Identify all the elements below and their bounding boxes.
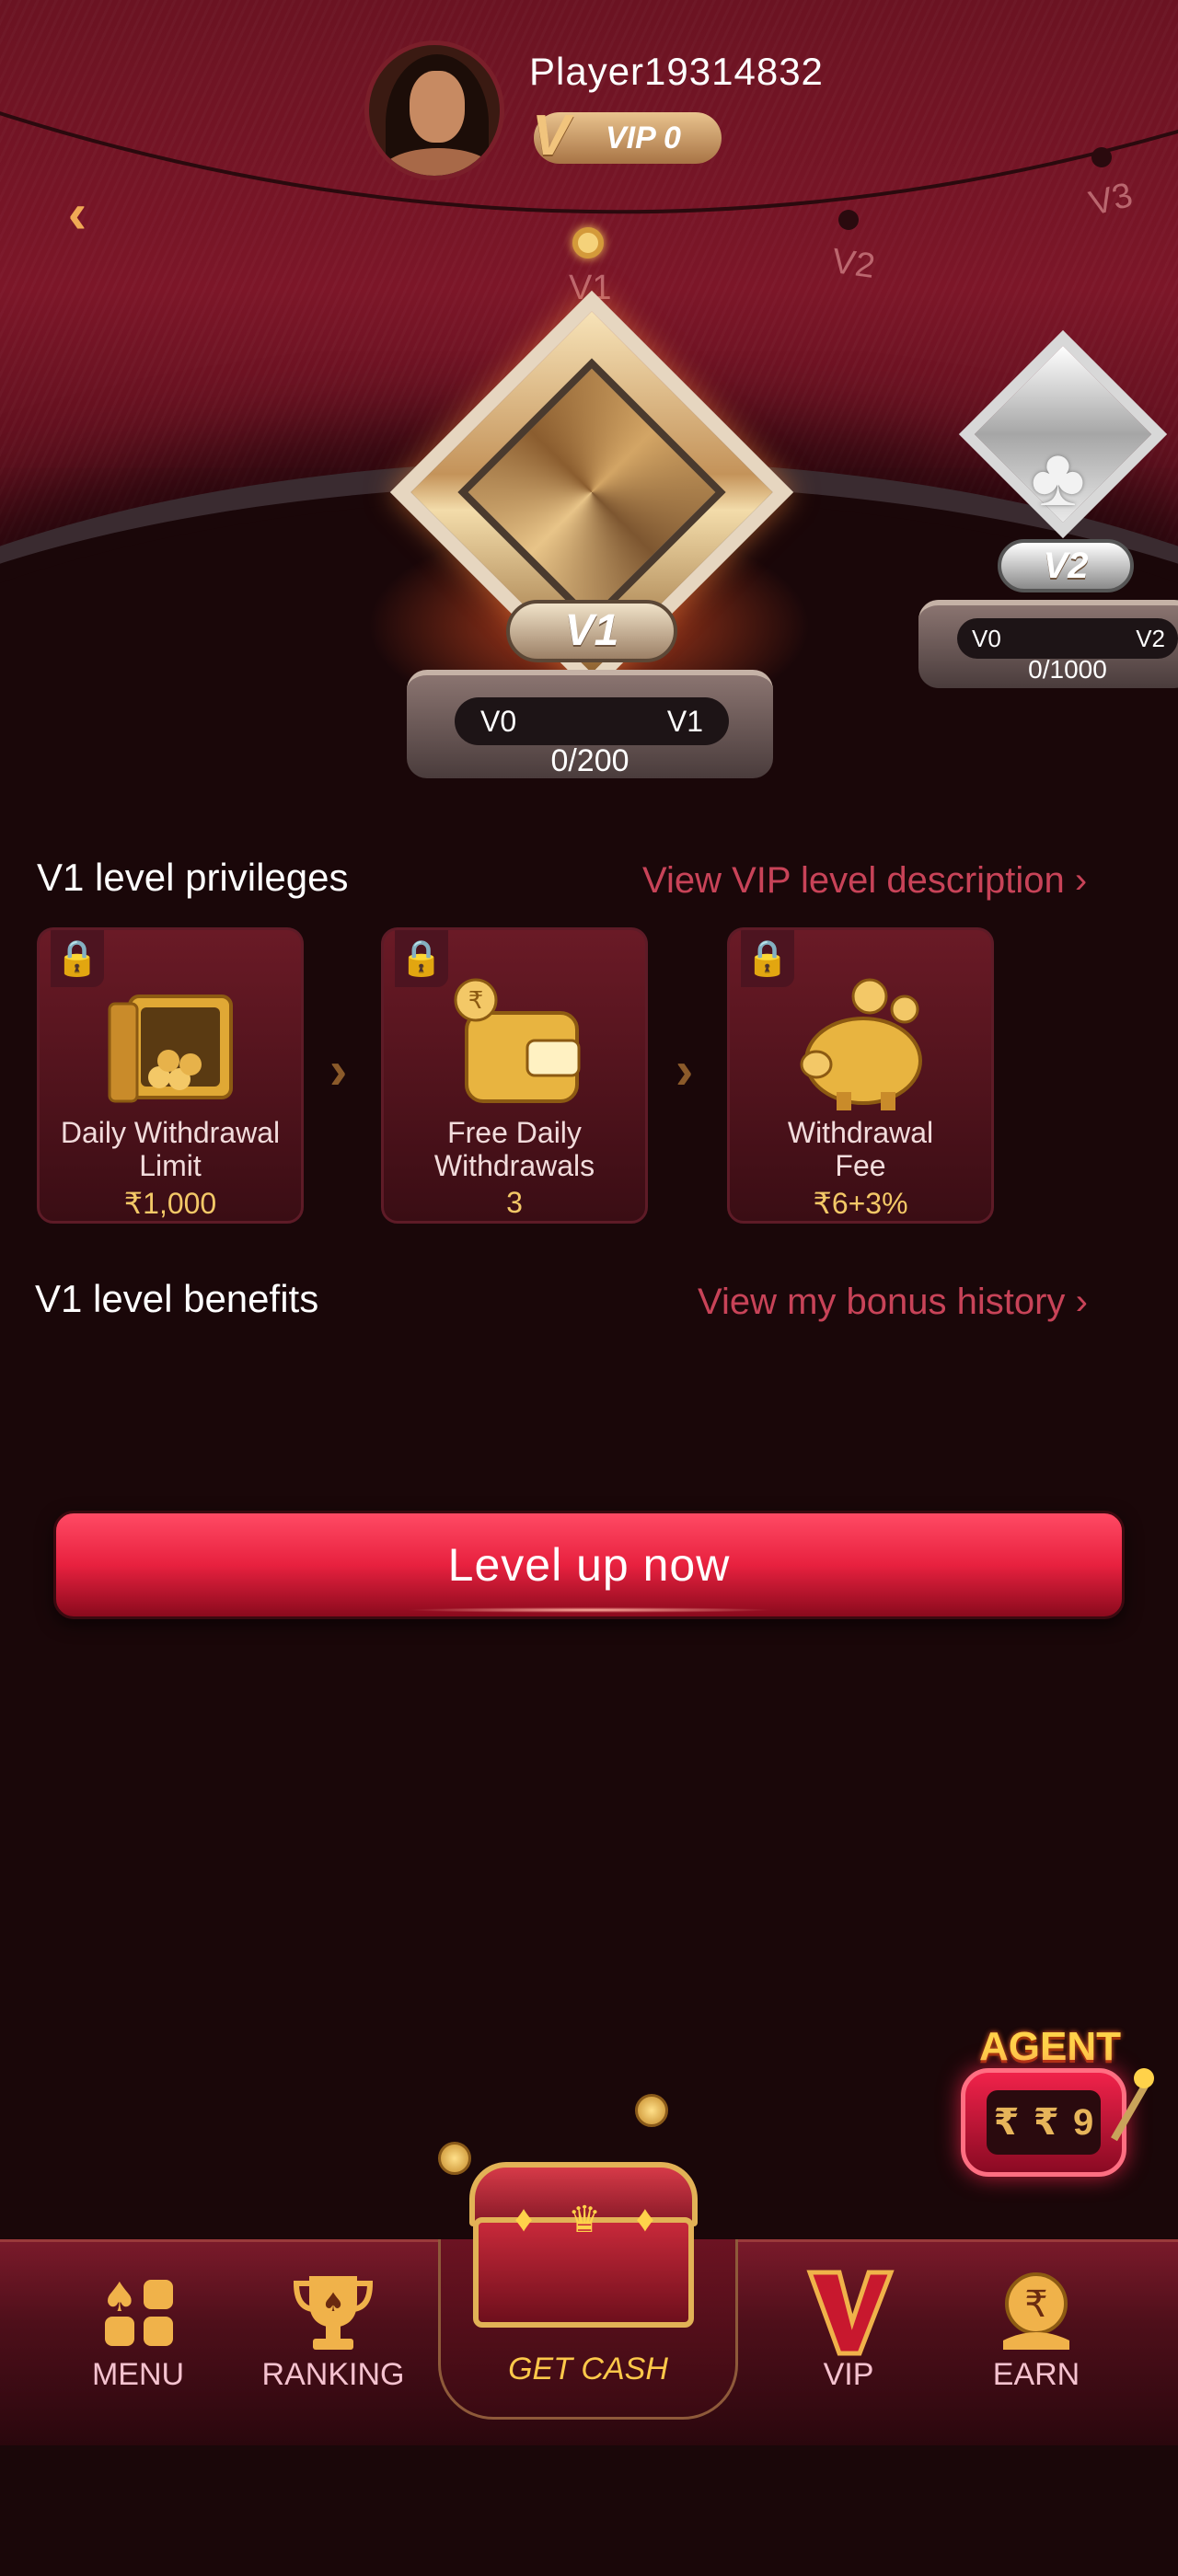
svg-text:♠: ♠ <box>321 2287 344 2317</box>
next-level-range: V0 V2 <box>957 618 1178 659</box>
next-level-progress: 0/1000 <box>1028 655 1107 684</box>
rupee-coin-icon: ₹ <box>1003 2272 1069 2350</box>
coin-icon <box>635 2094 668 2127</box>
privilege-name: Free Daily Withdrawals <box>384 1116 645 1182</box>
chevron-right-icon: › <box>1075 1282 1088 1322</box>
current-level-badge: V1 <box>506 600 677 662</box>
avatar[interactable] <box>364 40 504 180</box>
nav-earn-label: EARN <box>992 2357 1080 2392</box>
back-button[interactable]: ‹ <box>48 182 107 246</box>
current-level-to: V1 <box>666 704 703 738</box>
bonus-history-link[interactable]: View my bonus history › <box>698 1282 1088 1323</box>
level-node-v2[interactable] <box>838 210 859 230</box>
privilege-name-line2: Limit <box>139 1149 202 1182</box>
privilege-card-withdrawal-limit[interactable]: 🔒 Daily Withdrawal Limit ₹1,000 <box>37 927 304 1224</box>
privileges-title: V1 level privileges <box>37 856 349 899</box>
agent-label: AGENT <box>979 2024 1121 2069</box>
coin-icon <box>438 2142 471 2175</box>
current-level-progress: 0/200 <box>550 743 629 778</box>
nav-ranking-label: RANKING <box>261 2357 405 2392</box>
privilege-name-line2: Fee <box>835 1149 886 1182</box>
next-level-from: V0 <box>972 624 1001 652</box>
svg-text:₹: ₹ <box>1024 2283 1047 2326</box>
slot-reels: ₹ ₹9 <box>987 2090 1101 2155</box>
vip-description-link[interactable]: View VIP level description › <box>642 860 1087 902</box>
privilege-value: 3 <box>506 1186 523 1219</box>
nav-ranking[interactable]: ♠ RANKING <box>250 2265 416 2440</box>
nav-vip[interactable]: VIP <box>766 2265 931 2440</box>
level-label-v2: V2 <box>829 241 878 287</box>
treasure-chest-icon: ♦ ♛ ♦ <box>438 2094 707 2328</box>
vip-v-icon <box>806 2270 895 2356</box>
nav-menu[interactable]: ♠ MENU <box>55 2265 221 2440</box>
piggy-bank-icon <box>800 978 922 1110</box>
privilege-card-free-withdrawals[interactable]: 🔒 ₹ Free Daily Withdrawals 3 <box>381 927 648 1224</box>
vip-v-icon: V <box>532 104 571 167</box>
level-node-v3[interactable] <box>1091 147 1112 167</box>
nav-earn[interactable]: ₹ EARN <box>953 2265 1119 2440</box>
privilege-name: Withdrawal Fee <box>730 1116 991 1182</box>
back-arrow-icon: ‹ <box>67 181 87 246</box>
gold-safe-icon <box>108 995 233 1103</box>
privilege-value: ₹1,000 <box>123 1187 217 1220</box>
vip-badge-label: VIP 0 <box>606 120 681 155</box>
privilege-name-line1: Daily Withdrawal <box>60 1116 281 1149</box>
next-level-to: V2 <box>1136 624 1165 652</box>
slot-knob <box>1134 2068 1154 2088</box>
level-up-label: Level up now <box>447 1539 731 1591</box>
svg-text:₹: ₹ <box>468 987 484 1015</box>
svg-text:♠: ♠ <box>101 2274 137 2321</box>
chest-gems: ♦ ♛ ♦ <box>514 2199 655 2240</box>
nav-menu-label: MENU <box>91 2357 185 2392</box>
current-level-from: V0 <box>480 704 517 738</box>
chevron-right-icon: › <box>1074 860 1088 901</box>
chevron-right-icon: › <box>676 1041 694 1100</box>
avatar-face <box>410 71 465 143</box>
privilege-name-line1: Withdrawal <box>787 1116 934 1149</box>
username: Player19314832 <box>529 50 824 93</box>
chevron-right-icon: › <box>329 1041 348 1100</box>
bonus-history-link-label: View my bonus history <box>698 1282 1066 1322</box>
current-level-range: V0 V1 <box>455 697 729 745</box>
level-up-button[interactable]: Level up now <box>53 1511 1125 1619</box>
privilege-name-line2: Withdrawals <box>433 1149 595 1182</box>
trophy-icon: ♠ <box>293 2276 374 2350</box>
privilege-value: ₹6+3% <box>813 1187 908 1220</box>
level-node-v1[interactable] <box>572 227 604 259</box>
nav-get-cash[interactable]: GET CASH <box>438 2352 738 2387</box>
benefits-title: V1 level benefits <box>35 1277 319 1320</box>
next-level-badge: V2 <box>998 539 1134 592</box>
privilege-name: Daily Withdrawal Limit <box>40 1116 301 1182</box>
privilege-name-line1: Free Daily <box>447 1116 582 1149</box>
nav-base <box>0 2445 1178 2576</box>
privilege-card-withdrawal-fee[interactable]: 🔒 Withdrawal Fee ₹6+3% <box>727 927 994 1224</box>
vip-description-link-label: View VIP level description <box>642 860 1065 901</box>
agent-floating-button[interactable]: AGENT ₹ ₹9 <box>942 2024 1163 2208</box>
gold-wallet-icon: ₹ <box>454 978 581 1103</box>
club-suit-icon: ♣ <box>1031 431 1086 523</box>
nav-vip-label: VIP <box>823 2357 874 2392</box>
menu-grid-icon: ♠ <box>101 2274 173 2346</box>
